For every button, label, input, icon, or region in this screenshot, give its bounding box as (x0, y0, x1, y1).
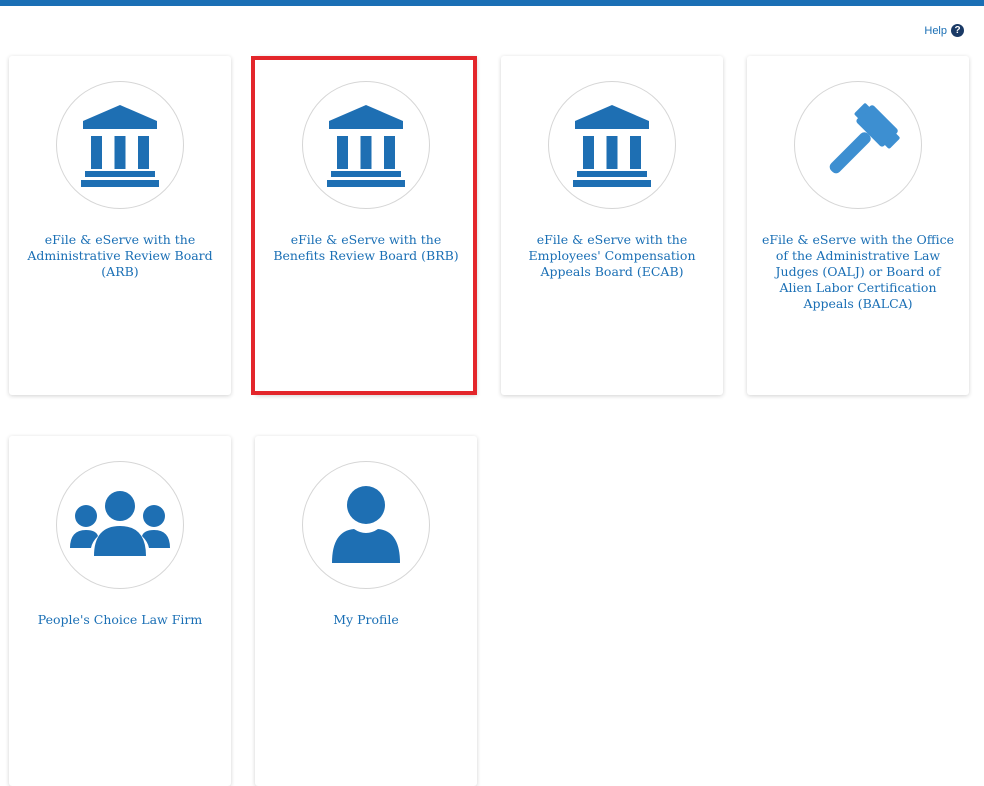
courthouse-icon (327, 105, 405, 187)
card-arb[interactable]: eFile & eServe with the Administrative R… (9, 56, 231, 395)
card-law-firm[interactable]: People's Choice Law Firm (9, 436, 231, 786)
courthouse-icon (81, 105, 159, 187)
card-icon-circle (548, 81, 676, 209)
card-oalj-balca[interactable]: eFile & eServe with the Office of the Ad… (747, 56, 969, 395)
card-label: eFile & eServe with the Benefits Review … (273, 232, 459, 263)
card-icon-circle (56, 461, 184, 589)
courthouse-icon (573, 105, 651, 187)
gavel-icon (829, 103, 900, 174)
card-icon-circle (302, 81, 430, 209)
card-ecab[interactable]: eFile & eServe with the Employees' Compe… (501, 56, 723, 395)
card-brb[interactable]: eFile & eServe with the Benefits Review … (255, 56, 477, 395)
card-label: My Profile (333, 612, 399, 627)
users-icon (70, 491, 170, 556)
card-my-profile[interactable]: My Profile (255, 436, 477, 786)
card-label: eFile & eServe with the Administrative R… (27, 232, 213, 279)
help-label: Help (924, 24, 947, 37)
card-label: eFile & eServe with the Employees' Compe… (528, 232, 696, 279)
card-icon-circle (302, 461, 430, 589)
card-icon-circle (794, 81, 922, 209)
help-link[interactable]: Help ? (924, 24, 964, 37)
top-accent-bar (0, 0, 984, 6)
user-icon (332, 486, 400, 563)
card-icon-circle (56, 81, 184, 209)
card-label: People's Choice Law Firm (37, 612, 203, 627)
question-circle-icon: ? (951, 24, 964, 37)
card-label: eFile & eServe with the Office of the Ad… (761, 232, 955, 311)
